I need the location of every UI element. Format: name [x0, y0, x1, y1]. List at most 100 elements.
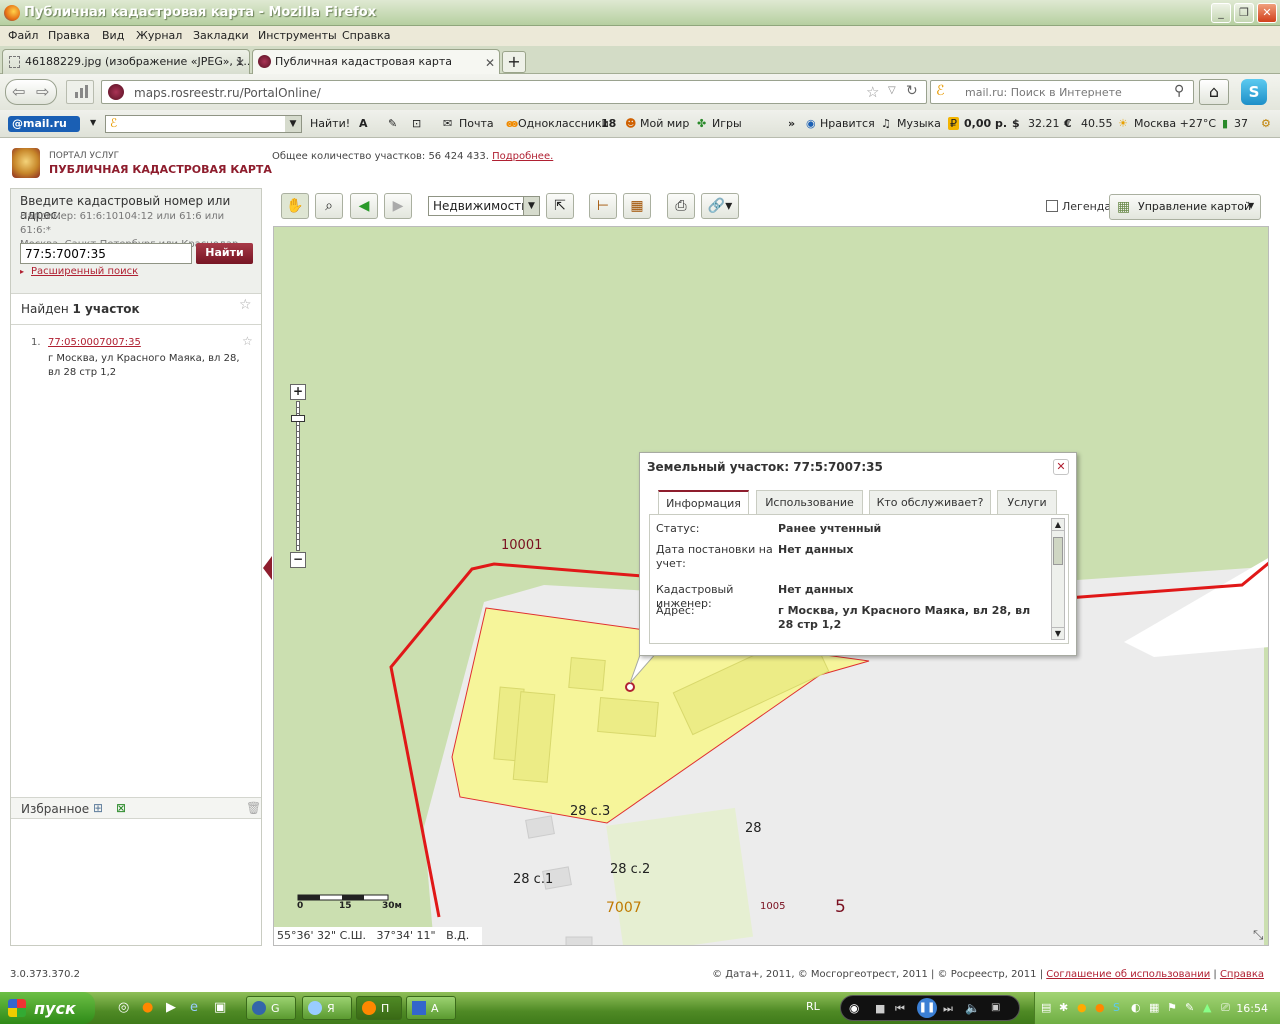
font-icon[interactable]: A	[359, 117, 368, 130]
next-icon[interactable]: ⏭	[943, 1002, 953, 1016]
traffic-counter[interactable]: 37	[1234, 117, 1248, 130]
settings-gear-icon[interactable]: ⚙	[1261, 117, 1271, 130]
tray-icon[interactable]: ●	[1095, 1001, 1105, 1014]
address-bar[interactable]: maps.rosreestr.ru/PortalOnline/ ☆ ▽ ↻	[101, 80, 927, 104]
expand-icon[interactable]: ▣	[991, 1002, 1000, 1013]
reload-icon[interactable]: ↻	[906, 83, 918, 99]
eur-rate[interactable]: 40.55	[1081, 117, 1113, 130]
popup-close-icon[interactable]: ✕	[1053, 459, 1069, 475]
tab-who-serves[interactable]: Кто обслуживает?	[869, 490, 991, 514]
forward-arrow-icon[interactable]: ⇨	[36, 82, 49, 101]
find-button[interactable]: Найти!	[310, 117, 350, 130]
collapse-panel-arrow-icon[interactable]	[263, 556, 272, 580]
balance[interactable]: 0,00 р.	[964, 117, 1007, 130]
favorite-star-icon[interactable]: ☆	[239, 297, 252, 313]
desktop-quicklaunch-icon[interactable]: ▣	[214, 1000, 226, 1015]
more-chevron-icon[interactable]: »	[788, 117, 795, 130]
usd-rate[interactable]: 32.21	[1028, 117, 1060, 130]
menu-bookmarks[interactable]: Закладки	[193, 29, 249, 42]
home-icon[interactable]: ⌂	[1199, 79, 1229, 105]
toolbar-mymir[interactable]: Мой мир	[640, 117, 689, 130]
find-button[interactable]: Найти	[196, 243, 253, 264]
firefox-quicklaunch-icon[interactable]: ●	[142, 1000, 153, 1015]
dropdown-arrow-icon[interactable]: ▼	[285, 116, 301, 132]
highlighter-icon[interactable]: ✎	[388, 117, 397, 130]
dropdown-arrow-icon[interactable]: ▽	[888, 85, 896, 96]
result-cadastral-link[interactable]: 77:05:0007007:35	[48, 337, 141, 348]
toolbar-like[interactable]: Нравится	[820, 117, 875, 130]
tray-icon[interactable]: ▲	[1203, 1001, 1211, 1014]
identify-cursor-icon[interactable]: ⇱	[546, 193, 574, 219]
measure-length-icon[interactable]: ⊢	[589, 193, 617, 219]
tab-cadastral-map[interactable]: Публичная кадастровая карта ✕	[252, 49, 500, 74]
menu-file[interactable]: Файл	[8, 29, 38, 42]
tray-icon[interactable]: ●	[1077, 1001, 1087, 1014]
volume-icon[interactable]: 🔈	[965, 1001, 980, 1015]
back-arrow-icon[interactable]: ⇦	[12, 82, 25, 101]
close-tab-icon[interactable]: ✕	[235, 56, 245, 70]
zoom-page-icon[interactable]: ⊡	[412, 117, 421, 130]
scroll-down-icon[interactable]: ▼	[1052, 627, 1064, 639]
zoom-out-button[interactable]: −	[290, 552, 306, 568]
parcel-count-more-link[interactable]: Подробнее.	[492, 151, 553, 162]
cadastral-map[interactable]: 10001 6 5 7007 1005 28 с.1 28 с.2 28 с.3…	[273, 226, 1269, 946]
pan-hand-icon[interactable]: ✋	[281, 193, 309, 219]
tray-icon[interactable]: ▤	[1041, 1001, 1051, 1014]
close-button[interactable]: ✕	[1257, 3, 1277, 23]
start-button[interactable]: пуск	[0, 992, 95, 1024]
language-indicator[interactable]: RL	[806, 1000, 820, 1013]
ie-quicklaunch-icon[interactable]: e	[190, 1000, 198, 1015]
previous-icon[interactable]: ⏮	[895, 1002, 905, 1016]
portal-title[interactable]: ПУБЛИЧНАЯ КАДАСТРОВАЯ КАРТА	[49, 163, 272, 176]
taskbar-button-g[interactable]: G	[246, 996, 296, 1020]
dropdown-arrow-icon[interactable]: ▼	[523, 197, 539, 215]
measure-area-icon[interactable]: ▦	[623, 193, 651, 219]
toolbar-mail[interactable]: Почта	[459, 117, 494, 130]
media-quicklaunch-icon[interactable]: ▶	[166, 1000, 176, 1015]
close-tab-icon[interactable]: ✕	[485, 56, 495, 70]
map-management-button[interactable]: ▦ Управление картой ▼	[1109, 194, 1261, 220]
advanced-search-link[interactable]: Расширенный поиск	[31, 266, 138, 277]
menu-view[interactable]: Вид	[102, 29, 124, 42]
legend-checkbox[interactable]: Легенда	[1046, 200, 1111, 213]
tab-services[interactable]: Услуги	[997, 490, 1057, 514]
search-box[interactable]: ℰ mail.ru: Поиск в Интернете ⚲	[930, 80, 1194, 104]
result-star-icon[interactable]: ☆	[242, 334, 253, 348]
checkbox-icon[interactable]	[1046, 200, 1058, 212]
scroll-up-icon[interactable]: ▲	[1052, 519, 1064, 531]
menu-tools[interactable]: Инструменты	[258, 29, 337, 42]
cadastral-search-input[interactable]	[20, 243, 192, 264]
tray-icon[interactable]: ▦	[1149, 1001, 1159, 1014]
tray-icon[interactable]: ✎	[1185, 1001, 1194, 1014]
export-icon[interactable]: ⊞	[93, 801, 103, 815]
help-link[interactable]: Справка	[1220, 969, 1264, 980]
mailru-logo[interactable]: @mail.ru	[8, 116, 80, 132]
chevron-down-icon[interactable]: ▼	[90, 118, 96, 127]
menu-help[interactable]: Справка	[342, 29, 390, 42]
network-icon[interactable]: ⎚	[1221, 1001, 1230, 1015]
tab-information[interactable]: Информация	[658, 490, 749, 515]
layer-dropdown[interactable]: Недвижимость ▼	[428, 196, 540, 216]
quicklaunch-icon[interactable]: ◎	[118, 1000, 129, 1015]
scroll-thumb[interactable]	[1053, 537, 1063, 565]
tray-icon[interactable]: ✱	[1059, 1001, 1068, 1014]
forward-grey-arrow-icon[interactable]: ▶	[384, 193, 412, 219]
popup-scrollbar[interactable]: ▲ ▼	[1051, 518, 1065, 640]
stats-icon[interactable]	[66, 80, 94, 104]
toolbar-games[interactable]: Игры	[712, 117, 742, 130]
zoom-slider-thumb[interactable]	[291, 415, 305, 422]
zoom-slider-track[interactable]	[296, 401, 300, 551]
skype-icon[interactable]: S	[1241, 79, 1267, 105]
zoom-box-icon[interactable]: ⌕	[315, 193, 343, 219]
print-icon[interactable]: ⎙	[667, 193, 695, 219]
link-icon[interactable]: 🔗▾	[701, 193, 739, 219]
menu-history[interactable]: Журнал	[136, 29, 182, 42]
zoom-in-button[interactable]: +	[290, 384, 306, 400]
new-tab-button[interactable]: +	[502, 51, 526, 73]
clock[interactable]: 16:54	[1236, 1002, 1268, 1015]
taskbar-button-firefox[interactable]: П	[356, 996, 402, 1020]
tab-usage[interactable]: Использование	[756, 490, 863, 514]
mailru-search-input[interactable]: ℰ ▼	[105, 115, 302, 133]
weather[interactable]: Москва +27°C	[1134, 117, 1216, 130]
tray-icon[interactable]: ◐	[1131, 1001, 1141, 1014]
